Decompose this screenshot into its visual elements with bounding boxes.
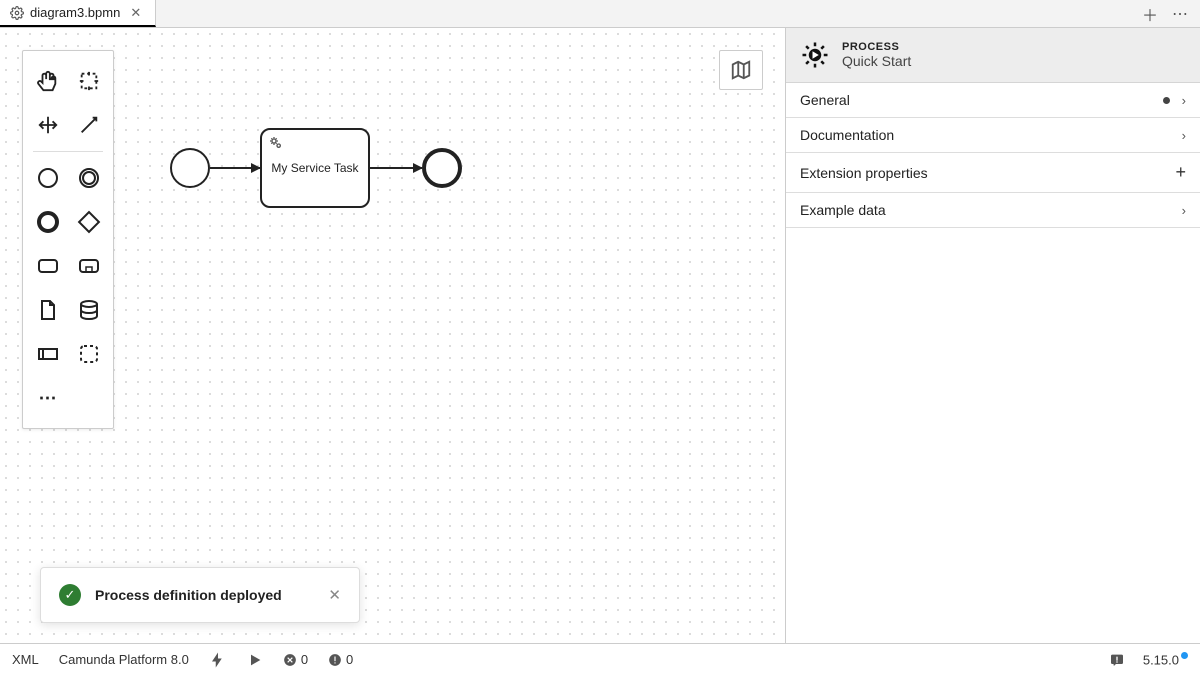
service-task[interactable]: My Service Task xyxy=(260,128,370,208)
close-icon[interactable]: ✕ xyxy=(328,586,341,604)
status-bar: XML Camunda Platform 8.0 0 0 5.15.0 xyxy=(0,643,1200,675)
data-object-tool-icon[interactable] xyxy=(32,294,64,326)
run-icon[interactable] xyxy=(247,652,263,668)
element-type-label: PROCESS xyxy=(842,41,911,53)
task-tool-icon[interactable] xyxy=(32,250,64,282)
deploy-icon[interactable] xyxy=(209,651,227,669)
space-tool-icon[interactable] xyxy=(32,109,64,141)
canvas[interactable]: ⋯ My Service Task ✓ Process definition d… xyxy=(0,28,785,643)
data-store-tool-icon[interactable] xyxy=(73,294,105,326)
indicator-dot-icon xyxy=(1163,97,1170,104)
xml-toggle[interactable]: XML xyxy=(12,652,39,667)
plus-icon[interactable]: + xyxy=(1175,162,1186,183)
chevron-right-icon: › xyxy=(1182,128,1186,143)
gear-icon xyxy=(10,6,24,20)
intermediate-event-tool-icon[interactable] xyxy=(73,162,105,194)
tab-active[interactable]: diagram3.bpmn ✕ xyxy=(0,0,156,27)
error-count[interactable]: 0 xyxy=(283,652,308,667)
connect-tool-icon[interactable] xyxy=(73,109,105,141)
more-menu-icon[interactable]: ⋯ xyxy=(1172,4,1188,24)
section-extension-properties[interactable]: Extension properties + xyxy=(786,153,1200,193)
group-tool-icon[interactable] xyxy=(73,338,105,370)
chevron-right-icon: › xyxy=(1182,203,1186,218)
properties-header: PROCESS Quick Start xyxy=(786,28,1200,83)
sequence-flow[interactable] xyxy=(370,167,422,169)
tab-bar: diagram3.bpmn ✕ ＋ ⋯ xyxy=(0,0,1200,28)
toast-message: Process definition deployed xyxy=(95,587,314,603)
element-name: Quick Start xyxy=(842,53,911,69)
success-icon: ✓ xyxy=(59,584,81,606)
tool-palette: ⋯ xyxy=(22,50,114,429)
new-tab-button[interactable]: ＋ xyxy=(1142,2,1158,26)
end-event[interactable] xyxy=(422,148,462,188)
warning-count[interactable]: 0 xyxy=(328,652,353,667)
tab-title: diagram3.bpmn xyxy=(30,5,120,20)
end-event-tool-icon[interactable] xyxy=(32,206,64,238)
update-dot-icon xyxy=(1181,652,1188,659)
feedback-icon[interactable] xyxy=(1109,652,1125,668)
section-documentation[interactable]: Documentation › xyxy=(786,118,1200,153)
service-task-gear-icon xyxy=(268,135,284,151)
properties-panel: PROCESS Quick Start General › Documentat… xyxy=(785,28,1200,643)
section-general[interactable]: General › xyxy=(786,83,1200,118)
gateway-tool-icon[interactable] xyxy=(73,206,105,238)
sequence-flow[interactable] xyxy=(210,167,260,169)
section-example-data[interactable]: Example data › xyxy=(786,193,1200,228)
toast-notification: ✓ Process definition deployed ✕ xyxy=(40,567,360,623)
close-icon[interactable]: ✕ xyxy=(126,5,145,21)
version-label[interactable]: 5.15.0 xyxy=(1143,652,1188,667)
subprocess-tool-icon[interactable] xyxy=(73,250,105,282)
start-event[interactable] xyxy=(170,148,210,188)
platform-label[interactable]: Camunda Platform 8.0 xyxy=(59,652,189,667)
chevron-right-icon: › xyxy=(1182,93,1186,108)
start-event-tool-icon[interactable] xyxy=(32,162,64,194)
participant-tool-icon[interactable] xyxy=(32,338,64,370)
hand-tool-icon[interactable] xyxy=(32,65,64,97)
process-icon xyxy=(800,40,830,70)
task-label: My Service Task xyxy=(271,161,358,175)
lasso-tool-icon[interactable] xyxy=(73,65,105,97)
more-tools-icon[interactable]: ⋯ xyxy=(32,382,64,414)
minimap-toggle[interactable] xyxy=(719,50,763,90)
